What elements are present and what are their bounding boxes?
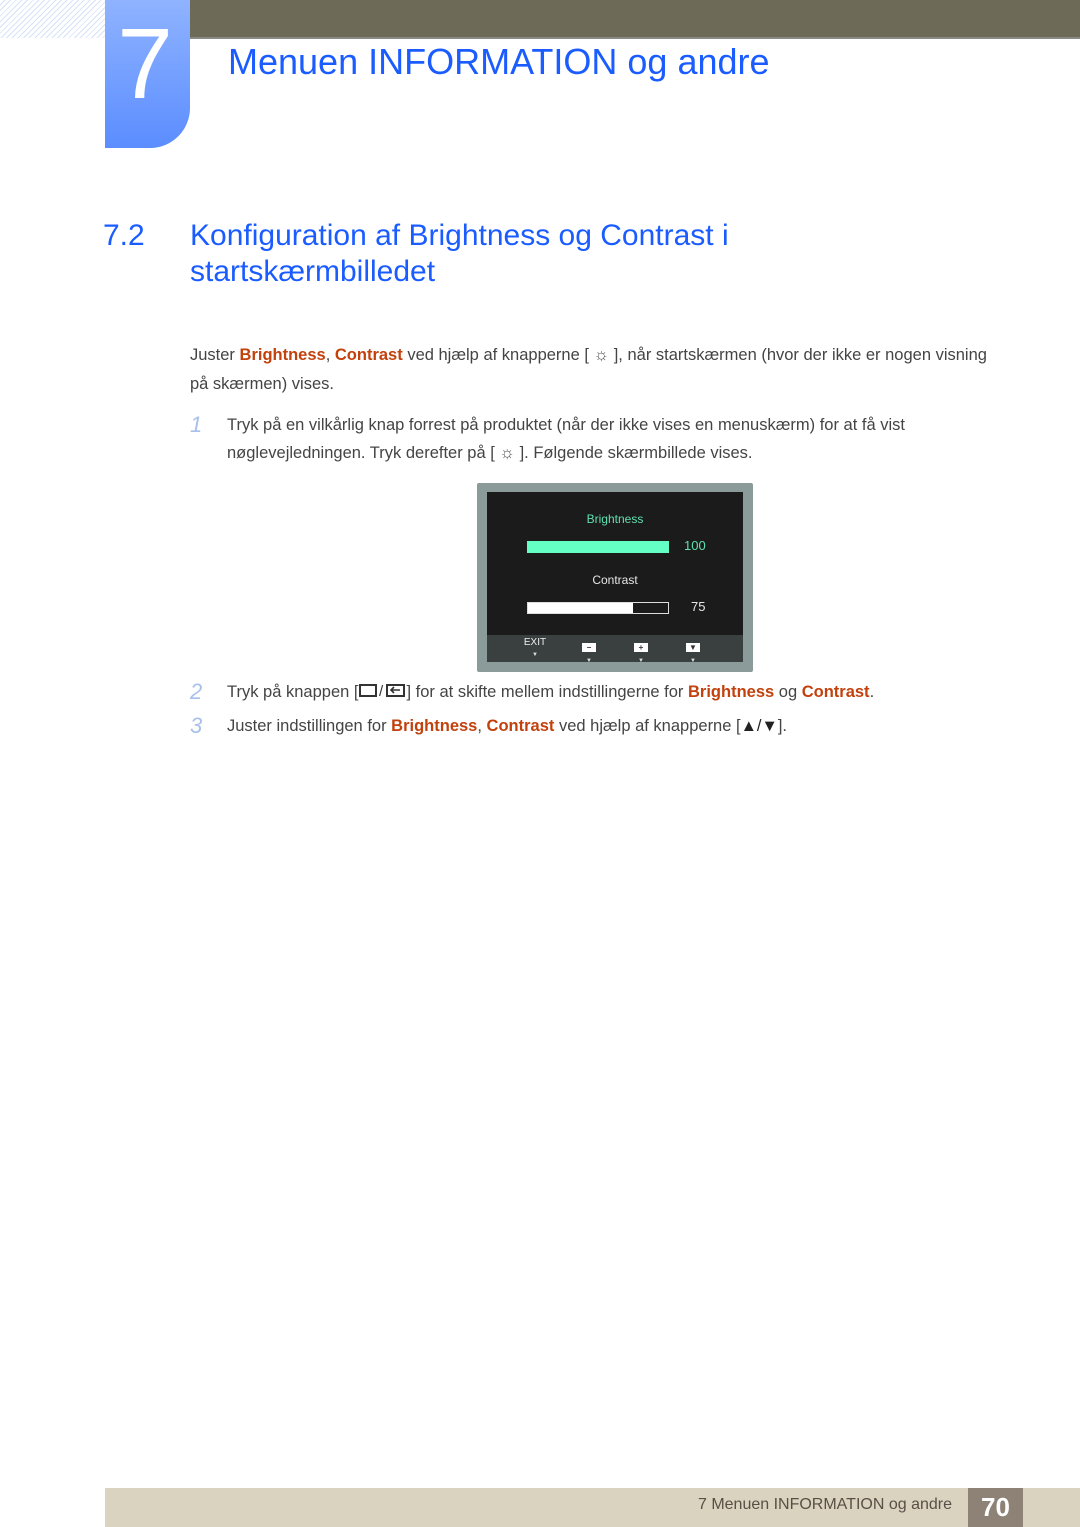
chapter-number: 7 [117, 8, 173, 120]
footer-chapter-title: 7 Menuen INFORMATION og andre [697, 1496, 952, 1513]
osd-contrast-label: Contrast [592, 573, 638, 587]
chapter-badge: 7 [105, 0, 190, 148]
step-text-part: Tryk på knappen [ [227, 683, 359, 701]
source-enter-icon: / [358, 679, 406, 707]
osd-brightness-bar [527, 541, 669, 553]
step-text-part: ]. [777, 717, 788, 735]
sun-icon: ☼ [499, 443, 515, 462]
plus-icon: + [634, 643, 648, 652]
section-title: Konfiguration af Brightness og Contrast … [190, 219, 729, 288]
decorative-hatch [0, 0, 105, 38]
step-text-part: ]. Følgende skærmbillede vises. [515, 444, 753, 462]
page-footer: 7 Menuen INFORMATION og andre 70 [105, 1488, 1080, 1527]
down-pointer-icon: ▼ [690, 658, 696, 664]
intro-text: ved hjælp af knapperne [ [402, 346, 594, 364]
osd-contrast-bar [527, 602, 669, 614]
osd-exit-label: EXIT [523, 637, 547, 648]
svg-text:/: / [379, 683, 384, 698]
down-pointer-icon: ▼ [586, 658, 592, 664]
down-arrow-icon: ▼ [686, 643, 700, 652]
step-text-part: . [869, 683, 875, 701]
step-text-part: Juster indstillingen for [227, 717, 392, 735]
osd-plus-button: + ▼ [621, 637, 661, 665]
down-pointer-icon: ▼ [638, 658, 644, 664]
highlight-contrast: Contrast [486, 717, 555, 735]
osd-brightness-value: 100 [684, 538, 706, 553]
highlight-contrast: Contrast [334, 346, 403, 364]
highlight-brightness: Brightness [391, 717, 478, 735]
osd-down-button: ▼ ▼ [673, 637, 713, 665]
chapter-title: Menuen INFORMATION og andre [228, 41, 770, 82]
step-text-part: og [774, 683, 802, 701]
sun-icon: ☼ [593, 345, 610, 364]
osd-brightness-label: Brightness [586, 512, 644, 526]
osd-brightness-fill [527, 541, 669, 553]
step-text: Tryk på en vilkårlig knap forrest på pro… [227, 411, 987, 467]
step-text-part: ] for at skifte mellem indstillingerne f… [406, 683, 688, 701]
step-number: 2 [190, 679, 203, 704]
minus-icon: − [582, 643, 596, 652]
step-text-part: ved hjælp af knapperne [ [554, 717, 741, 735]
step-text: Juster indstillingen for Brightness, Con… [227, 712, 987, 740]
highlight-contrast: Contrast [801, 683, 870, 701]
osd-screenshot: Brightness 100 Contrast 75 EXIT ▼ − ▼ + … [477, 483, 753, 672]
highlight-brightness: Brightness [239, 346, 326, 364]
section-number: 7.2 [103, 219, 145, 252]
step-text: Tryk på knappen [ / ] for at skifte mellem… [227, 678, 987, 707]
highlight-brightness: Brightness [688, 683, 775, 701]
osd-minus-button: − ▼ [569, 637, 609, 665]
up-down-arrows-icon: ▲/▼ [740, 717, 778, 735]
osd-contrast-value: 75 [691, 599, 706, 614]
separator: , [477, 717, 487, 735]
osd-button-guide: EXIT ▼ − ▼ + ▼ ▼ ▼ [487, 635, 743, 665]
osd-panel: Brightness 100 Contrast 75 EXIT ▼ − ▼ + … [487, 492, 743, 665]
header-bar [190, 0, 1080, 39]
intro-text: Juster [190, 346, 240, 364]
down-pointer-icon: ▼ [532, 652, 538, 658]
intro-paragraph: Juster Brightness, Contrast ved hjælp af… [190, 340, 1000, 399]
separator: , [325, 346, 335, 364]
osd-contrast-fill [528, 603, 633, 613]
step-number: 1 [190, 412, 203, 437]
step-number: 3 [190, 713, 203, 738]
page-number: 70 [968, 1488, 1023, 1527]
osd-exit-button: EXIT ▼ [515, 637, 555, 659]
